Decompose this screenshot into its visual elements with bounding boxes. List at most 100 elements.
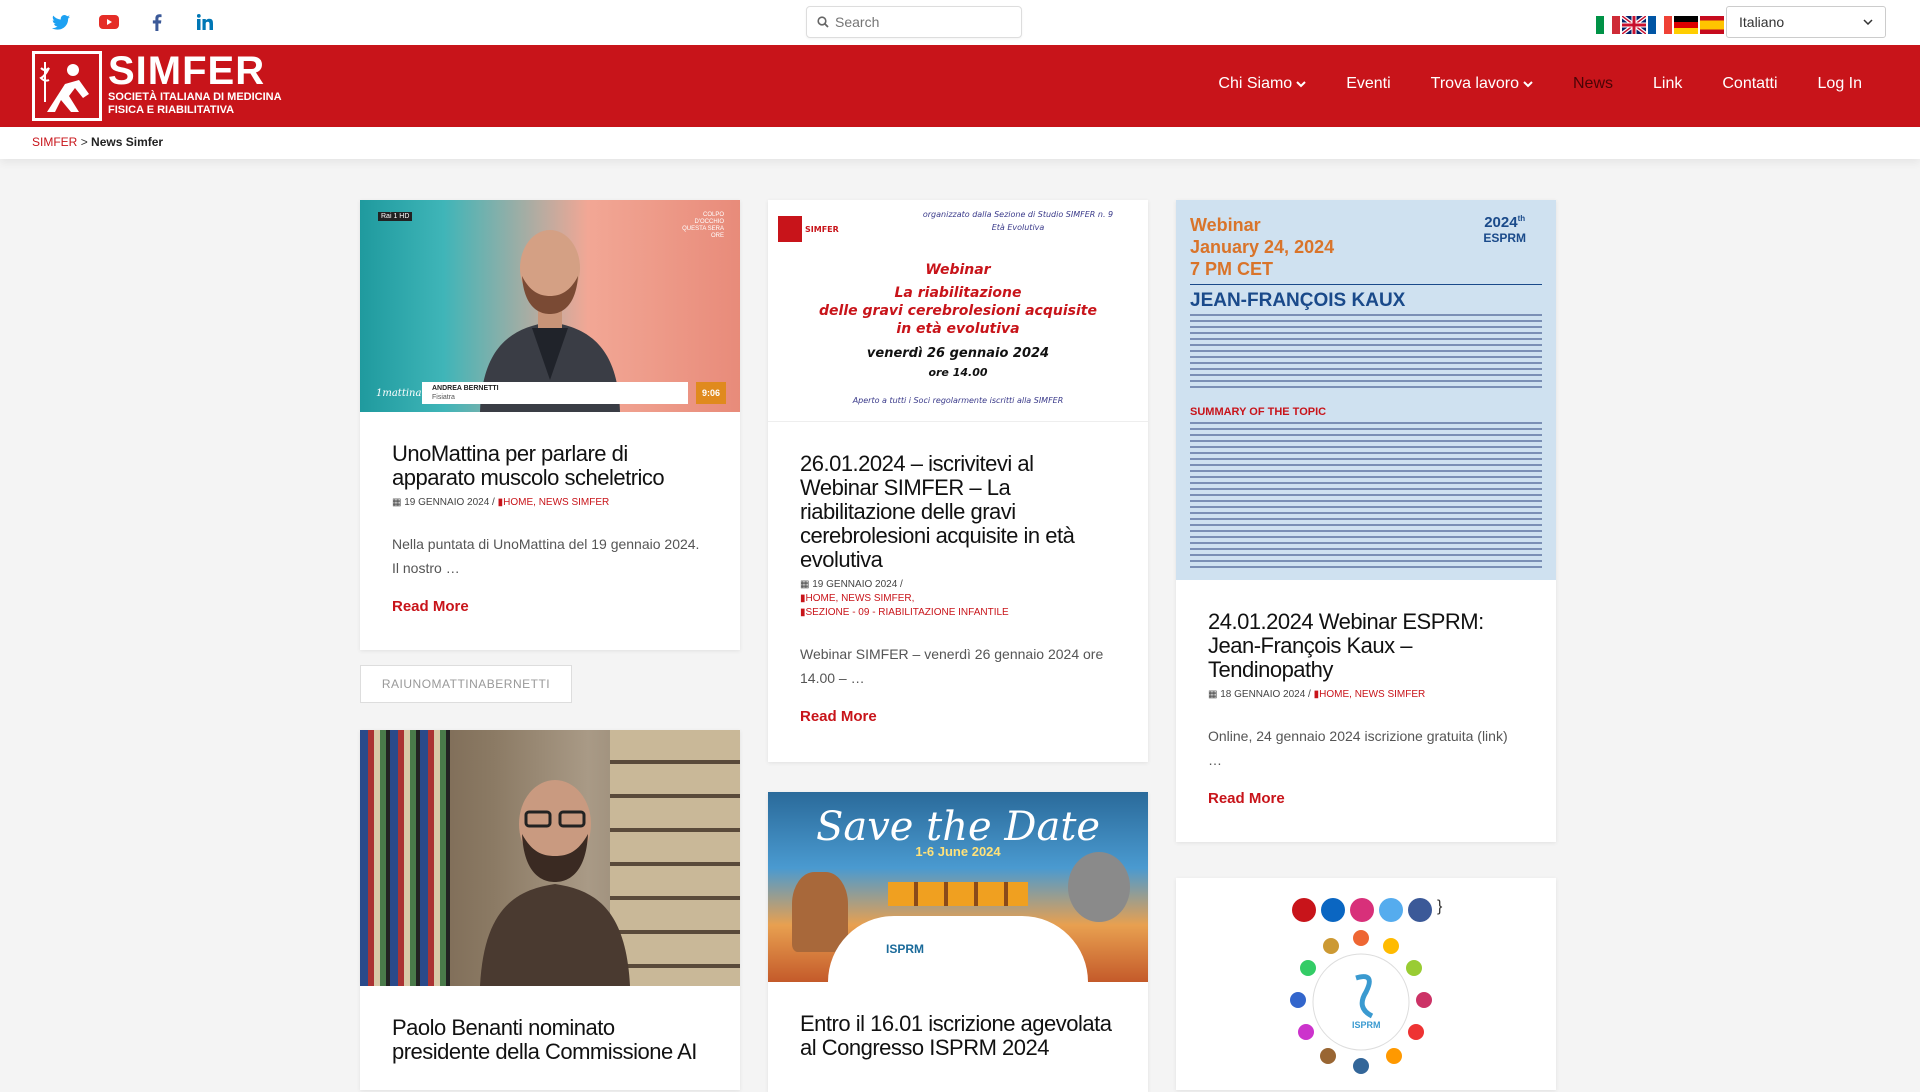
post-card: } ISPRM — [1176, 878, 1556, 1090]
webinar-title-line-1: La riabilitazione — [894, 285, 1022, 301]
twitter-icon — [1379, 898, 1403, 922]
nav-item-trova-lavoro[interactable]: Trova lavoro — [1431, 75, 1533, 93]
post-categories[interactable]: HOME, NEWS SIMFER — [1319, 689, 1425, 700]
corner-caption: COLPO D'OCCHIO QUESTA SERA ORE — [682, 212, 724, 239]
social-icon-row: } — [1292, 898, 1442, 922]
post-categories[interactable]: HOME, NEWS SIMFER, — [806, 593, 915, 604]
badge-year: 2024 — [1484, 214, 1518, 231]
facebook-icon — [1408, 898, 1432, 922]
nav-item-log-in[interactable]: Log In — [1818, 75, 1862, 93]
uk-flag-icon[interactable] — [1620, 14, 1648, 36]
post-title[interactable]: 24.01.2024 Webinar ESPRM: Jean-François … — [1208, 610, 1524, 682]
kangaroo-figure — [792, 872, 848, 952]
post-excerpt: Nella puntata di UnoMattina del 19 genna… — [392, 536, 700, 576]
calendar-icon: ▦ — [800, 579, 810, 590]
post-excerpt: Webinar SIMFER – venerdì 26 gennaio 2024… — [800, 646, 1104, 686]
webinar-title-line-3: in età evolutiva — [896, 321, 1020, 337]
german-flag-icon[interactable] — [1674, 16, 1698, 34]
linkedin-icon[interactable] — [194, 12, 216, 32]
isprm-circle-logo — [1290, 930, 1432, 1074]
logo-mark-icon — [32, 51, 102, 121]
webinar-title-line-2: delle gravi cerebrolesioni acquisite — [819, 303, 1097, 319]
congress-banner — [828, 916, 1088, 982]
language-select[interactable]: Italiano — [1726, 6, 1886, 38]
search-box[interactable] — [806, 6, 1022, 38]
twitter-icon[interactable] — [50, 12, 72, 32]
speaker-name: JEAN-FRANÇOIS KAUX — [1190, 290, 1406, 311]
breadcrumb-home[interactable]: SIMFER — [32, 135, 77, 149]
logo-subtitle-1: SOCIETÀ ITALIANA DI MEDICINA — [108, 91, 282, 103]
post-title[interactable]: UnoMattina per parlare di apparato musco… — [392, 442, 708, 490]
post-thumbnail[interactable]: SIMFER organizzato dalla Sezione di Stud… — [768, 200, 1148, 422]
post-thumbnail[interactable] — [360, 730, 740, 986]
post-date: 19 GENNAIO 2024 — [404, 497, 490, 508]
summary-text-lines — [1190, 422, 1542, 568]
breadcrumb-current: News Simfer — [91, 135, 164, 149]
read-more-link[interactable]: Read More — [1208, 790, 1524, 807]
read-more-link[interactable]: Read More — [800, 708, 1116, 725]
read-more-link[interactable]: Read More — [392, 598, 708, 615]
french-flag-icon[interactable] — [1648, 16, 1672, 34]
post-date: 19 GENNAIO 2024 — [812, 579, 898, 590]
post-title[interactable]: Entro il 16.01 iscrizione agevolata al C… — [800, 1012, 1116, 1060]
post-thumbnail[interactable]: Rai 1 HD COLPO D'OCCHIO QUESTA SERA ORE … — [360, 200, 740, 412]
logo-title: SIMFER — [108, 49, 266, 93]
breadcrumb-bar: SIMFER > News Simfer — [0, 127, 1920, 159]
nav-item-eventi[interactable]: Eventi — [1346, 75, 1390, 93]
chevron-down-icon — [1523, 80, 1533, 87]
post-meta: ▦ 18 GENNAIO 2024 / ▮HOME, NEWS SIMFER — [1208, 689, 1426, 700]
show-time: 9:06 — [696, 382, 727, 404]
search-input[interactable] — [835, 14, 1015, 30]
youtube-icon — [1292, 898, 1316, 922]
lower-third-role: Fisiatra — [432, 394, 455, 401]
person-figure — [480, 780, 630, 986]
webinar-date: venerdì 26 gennaio 2024 — [866, 346, 1050, 361]
logo-subtitle-2: FISICA E RIABILITATIVA — [108, 104, 235, 116]
nav-item-link[interactable]: Link — [1653, 75, 1682, 93]
post-meta: ▦ 19 GENNAIO 2024 / ▮HOME, NEWS SIMFER, … — [800, 579, 1009, 618]
webinar-header: Webinar January 24, 2024 7 PM CET — [1190, 214, 1334, 280]
search-icon — [817, 16, 829, 28]
simfer-logo-text: SIMFER — [805, 224, 839, 234]
post-thumbnail[interactable]: Save the Date 1-6 June 2024 ISPRM — [768, 792, 1148, 982]
nav-item-contatti[interactable]: Contatti — [1722, 75, 1777, 93]
webinar-label: Webinar — [925, 262, 991, 278]
lower-third: ANDREA BERNETTI Fisiatra — [422, 382, 688, 404]
post-categories[interactable]: HOME, NEWS SIMFER — [503, 497, 609, 508]
italian-flag-icon[interactable] — [1596, 16, 1620, 34]
site-logo[interactable]: SIMFER SOCIETÀ ITALIANA DI MEDICINA FISI… — [32, 51, 282, 121]
simfer-logo-small: SIMFER — [778, 214, 848, 244]
webinar-time: ore 14.00 — [928, 366, 988, 379]
nav-item-news[interactable]: News — [1573, 75, 1613, 93]
top-bar: Italiano — [0, 0, 1920, 45]
organizer-note: organizzato dalla Sezione di Studio SIMF… — [888, 208, 1148, 234]
spanish-flag-icon[interactable] — [1700, 16, 1724, 34]
facebook-icon[interactable] — [146, 12, 168, 32]
channel-logo: Rai 1 HD — [378, 212, 413, 221]
post-card: Webinar January 24, 2024 7 PM CET 2024th… — [1176, 200, 1556, 842]
main-header: SIMFER SOCIETÀ ITALIANA DI MEDICINA FISI… — [0, 45, 1920, 127]
post-card: SIMFER organizzato dalla Sezione di Stud… — [768, 200, 1148, 762]
webinar-title: La riabilitazione delle gravi cerebroles… — [768, 284, 1148, 338]
social-links — [50, 12, 216, 32]
instagram-icon — [1350, 898, 1374, 922]
nav-item-chi-siamo[interactable]: Chi Siamo — [1218, 75, 1306, 93]
post-thumbnail[interactable]: Webinar January 24, 2024 7 PM CET 2024th… — [1176, 200, 1556, 580]
post-card: Rai 1 HD COLPO D'OCCHIO QUESTA SERA ORE … — [360, 200, 740, 650]
organizer-line-2: Età Evolutiva — [991, 223, 1045, 232]
post-excerpt: Online, 24 gennaio 2024 iscrizione gratu… — [1208, 728, 1508, 768]
post-title[interactable]: Paolo Benanti nominato presidente della … — [392, 1016, 708, 1064]
speaker-bio-lines — [1190, 314, 1542, 392]
post-thumbnail[interactable]: } ISPRM — [1176, 878, 1556, 1090]
post-date: 18 GENNAIO 2024 — [1220, 689, 1306, 700]
breadcrumb-separator: > — [80, 135, 88, 149]
post-section[interactable]: SEZIONE - 09 - RIABILITAZIONE INFANTILE — [806, 607, 1009, 618]
badge-th: th — [1517, 214, 1526, 223]
post-title[interactable]: 26.01.2024 – iscrivitevi al Webinar SIMF… — [800, 452, 1116, 572]
webinar-word: Webinar — [1190, 215, 1261, 235]
summary-heading: SUMMARY OF THE TOPIC — [1190, 406, 1327, 418]
breadcrumb: SIMFER > News Simfer — [32, 135, 163, 149]
youtube-icon[interactable] — [98, 12, 120, 32]
nav-label: Chi Siamo — [1218, 75, 1293, 92]
post-tag[interactable]: RAIUNOMATTINABERNETTI — [360, 665, 572, 703]
